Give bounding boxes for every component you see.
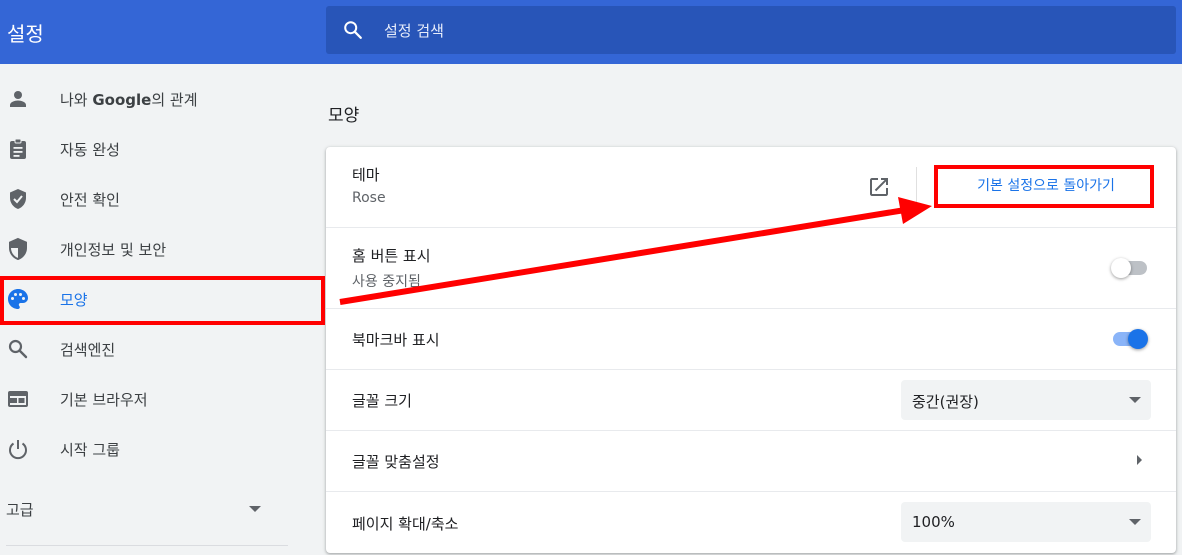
annotation-arrow <box>339 197 932 305</box>
